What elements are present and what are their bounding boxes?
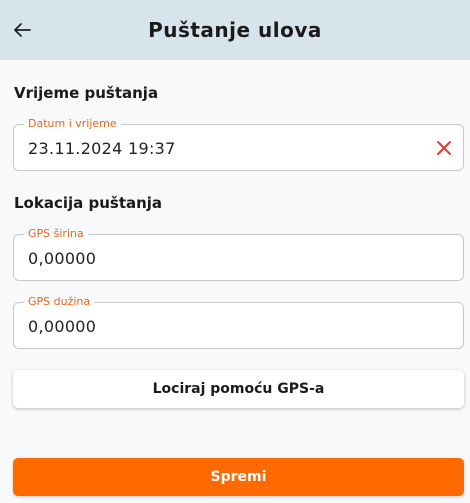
locate-gps-button[interactable]: Lociraj pomoću GPS-a — [13, 370, 464, 408]
longitude-value[interactable]: 0,00000 — [28, 303, 96, 350]
save-button[interactable]: Spremi — [13, 458, 464, 496]
release-location-heading: Lokacija puštanja — [14, 194, 163, 212]
release-catch-screen: Puštanje ulova Vrijeme puštanja Datum i … — [0, 0, 470, 503]
latitude-value[interactable]: 0,00000 — [28, 235, 96, 282]
latitude-field[interactable]: GPS širina 0,00000 — [13, 227, 464, 282]
datetime-value[interactable]: 23.11.2024 19:37 — [28, 125, 176, 172]
page-title: Puštanje ulova — [148, 18, 322, 42]
release-time-heading: Vrijeme puštanja — [14, 84, 159, 102]
clear-datetime-button[interactable] — [433, 137, 455, 159]
datetime-field[interactable]: Datum i vrijeme 23.11.2024 19:37 — [13, 117, 464, 172]
app-header: Puštanje ulova — [0, 0, 470, 60]
back-button[interactable] — [10, 18, 34, 42]
close-icon — [437, 141, 451, 155]
longitude-field[interactable]: GPS dužina 0,00000 — [13, 295, 464, 350]
arrow-left-icon — [14, 23, 31, 37]
